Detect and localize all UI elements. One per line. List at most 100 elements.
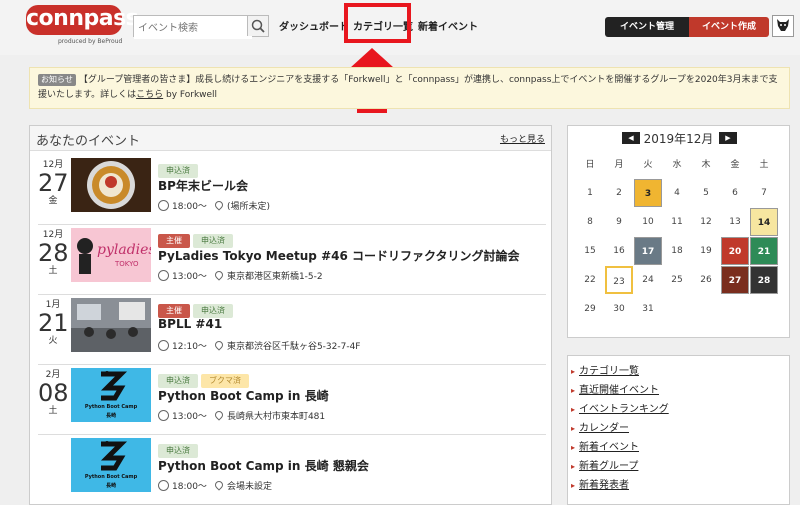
calendar-day[interactable]: 16 bbox=[605, 237, 633, 265]
calendar-day[interactable]: 7 bbox=[750, 179, 778, 207]
calendar-event-day[interactable]: 3 bbox=[634, 179, 662, 207]
event-thumbnail[interactable]: pyladies TOKYO bbox=[71, 228, 151, 282]
event-thumbnail[interactable] bbox=[71, 298, 151, 352]
calendar-day[interactable]: 29 bbox=[576, 295, 604, 323]
calendar-event-day[interactable]: 27 bbox=[721, 266, 749, 294]
location-pin-icon bbox=[213, 199, 225, 211]
event-item[interactable]: Python Boot Camp 長崎 申込済 Python Boot Camp… bbox=[38, 435, 546, 504]
calendar-day[interactable]: 11 bbox=[663, 208, 691, 236]
search-box bbox=[133, 15, 269, 39]
calendar-day[interactable]: 19 bbox=[692, 237, 720, 265]
pyladies-logo-text: pyladies bbox=[97, 242, 151, 258]
search-button[interactable] bbox=[247, 16, 268, 36]
calendar-day[interactable]: 1 bbox=[576, 179, 604, 207]
annotation-highlight-box bbox=[344, 3, 411, 43]
event-day: 27 bbox=[38, 169, 69, 197]
event-item[interactable]: 12月 28 土 pyladies TOKYO 主催 申込済 PyLadies T… bbox=[38, 225, 546, 295]
event-place: 東京都渋谷区千駄ヶ谷5-32-7-4F bbox=[226, 342, 361, 352]
event-thumbnail[interactable] bbox=[71, 158, 151, 212]
notice-link[interactable]: こちら bbox=[136, 90, 163, 100]
event-badges: 主催 申込済 bbox=[158, 228, 236, 248]
clock-icon bbox=[158, 410, 169, 421]
calendar-day[interactable]: 8 bbox=[576, 208, 604, 236]
panel-title: あなたのイベント bbox=[36, 134, 141, 149]
calendar-day[interactable]: 4 bbox=[663, 179, 691, 207]
event-place: 会場未設定 bbox=[226, 482, 272, 492]
calendar-weekday-header: 月 bbox=[614, 160, 624, 170]
event-thumbnail[interactable]: Python Boot Camp 長崎 bbox=[71, 368, 151, 422]
location-pin-icon bbox=[213, 479, 225, 491]
event-title[interactable]: PyLadies Tokyo Meetup #46 コードリファクタリング討論会 bbox=[158, 247, 520, 264]
calendar-weekday-header: 水 bbox=[672, 160, 682, 170]
calendar-day[interactable]: 22 bbox=[576, 266, 604, 294]
calendar-event-day[interactable]: 14 bbox=[750, 208, 778, 236]
calendar-day[interactable]: 12 bbox=[692, 208, 720, 236]
calendar-event-day[interactable]: 28 bbox=[750, 266, 778, 294]
calendar-day[interactable]: 31 bbox=[634, 295, 662, 323]
calendar-event-day[interactable]: 20 bbox=[721, 237, 749, 265]
pbc-text: Python Boot Camp bbox=[84, 404, 138, 410]
link-new-groups[interactable]: 新着グループ bbox=[568, 457, 789, 476]
link-event-ranking[interactable]: イベントランキング bbox=[568, 400, 789, 419]
link-category-list[interactable]: カテゴリ一覧 bbox=[568, 362, 789, 381]
link-new-presenters[interactable]: 新着発表者 bbox=[568, 476, 789, 495]
calendar-day[interactable]: 2 bbox=[605, 179, 633, 207]
event-badges: 申込済 ブクマ済 bbox=[158, 368, 252, 388]
connpass-logo[interactable]: connpass bbox=[26, 5, 139, 35]
beer-glass-image bbox=[71, 158, 151, 212]
event-meta: 18:00〜 (場所未定) bbox=[158, 199, 270, 212]
event-item[interactable]: 2月 08 土 Python Boot Camp 長崎 申込済 ブクマ済 Pyth… bbox=[38, 365, 546, 435]
event-time: 12:10〜 bbox=[172, 342, 207, 352]
calendar-day[interactable]: 26 bbox=[692, 266, 720, 294]
user-avatar[interactable] bbox=[772, 15, 794, 37]
calendar-weekday-header: 土 bbox=[759, 160, 769, 170]
event-place: (場所未定) bbox=[226, 202, 270, 212]
event-title[interactable]: Python Boot Camp in 長崎 bbox=[158, 387, 329, 404]
event-title[interactable]: BP年末ビール会 bbox=[158, 177, 248, 194]
nav-new-events[interactable]: 新着イベント bbox=[418, 18, 478, 33]
event-meta: 13:00〜 長崎県大村市東本町481 bbox=[158, 409, 325, 422]
link-upcoming-events[interactable]: 直近開催イベント bbox=[568, 381, 789, 400]
calendar-next-button[interactable]: ▶ bbox=[719, 132, 737, 144]
event-item[interactable]: 12月 27 金 申込済 BP年末ビール会 18:00〜 (場所未定) bbox=[38, 155, 546, 225]
event-day: 08 bbox=[38, 379, 69, 407]
logo-sub: produced by BeProud bbox=[58, 38, 123, 45]
calendar-event-day[interactable]: 17 bbox=[634, 237, 662, 265]
calendar-day[interactable]: 18 bbox=[663, 237, 691, 265]
clock-icon bbox=[158, 270, 169, 281]
more-link[interactable]: もっと見る bbox=[500, 132, 545, 145]
panel-header: あなたのイベント もっと見る bbox=[30, 126, 551, 151]
calendar-event-day[interactable]: 21 bbox=[750, 237, 778, 265]
event-date: 12月 28 土 bbox=[38, 229, 69, 277]
event-place: 長崎県大村市東本町481 bbox=[226, 412, 326, 422]
calendar-day[interactable]: 6 bbox=[721, 179, 749, 207]
calendar-day[interactable]: 25 bbox=[663, 266, 691, 294]
event-place: 東京都港区東新橋1-5-2 bbox=[226, 272, 323, 282]
event-time: 13:00〜 bbox=[172, 272, 207, 282]
calendar-day[interactable]: 30 bbox=[605, 295, 633, 323]
applied-badge: 申込済 bbox=[193, 304, 233, 318]
calendar-title: 2019年12月 bbox=[643, 132, 714, 146]
link-calendar[interactable]: カレンダー bbox=[568, 419, 789, 438]
calendar-day[interactable]: 10 bbox=[634, 208, 662, 236]
nav-dashboard[interactable]: ダッシュボード bbox=[279, 18, 349, 33]
calendar-day[interactable]: 5 bbox=[692, 179, 720, 207]
calendar-today[interactable]: 23 bbox=[605, 266, 633, 294]
search-input[interactable] bbox=[134, 18, 252, 39]
event-thumbnail[interactable]: Python Boot Camp 長崎 bbox=[71, 438, 151, 492]
host-badge: 主催 bbox=[158, 304, 190, 318]
link-new-events[interactable]: 新着イベント bbox=[568, 438, 789, 457]
manage-events-button[interactable]: イベント管理 bbox=[605, 17, 689, 37]
event-item[interactable]: 1月 21 火 主催 申込済 BPLL #41 12:10〜 東京都渋谷区千駄ヶ谷5… bbox=[38, 295, 546, 365]
create-event-button[interactable]: イベント作成 bbox=[689, 17, 769, 37]
event-title[interactable]: Python Boot Camp in 長崎 懇親会 bbox=[158, 457, 369, 474]
calendar-day[interactable]: 9 bbox=[605, 208, 633, 236]
event-title[interactable]: BPLL #41 bbox=[158, 317, 222, 331]
calendar-day[interactable]: 13 bbox=[721, 208, 749, 236]
event-badges: 申込済 bbox=[158, 158, 201, 178]
avatar-icon bbox=[777, 19, 789, 31]
calendar-day[interactable]: 15 bbox=[576, 237, 604, 265]
calendar-day[interactable]: 24 bbox=[634, 266, 662, 294]
pyladies-illustration bbox=[77, 238, 93, 274]
calendar-widget: ◀ 2019年12月 ▶ 日月火水木金土 1 2 3 4 5 6 7 8 9 10 11 12 13 14 1… bbox=[567, 125, 790, 338]
